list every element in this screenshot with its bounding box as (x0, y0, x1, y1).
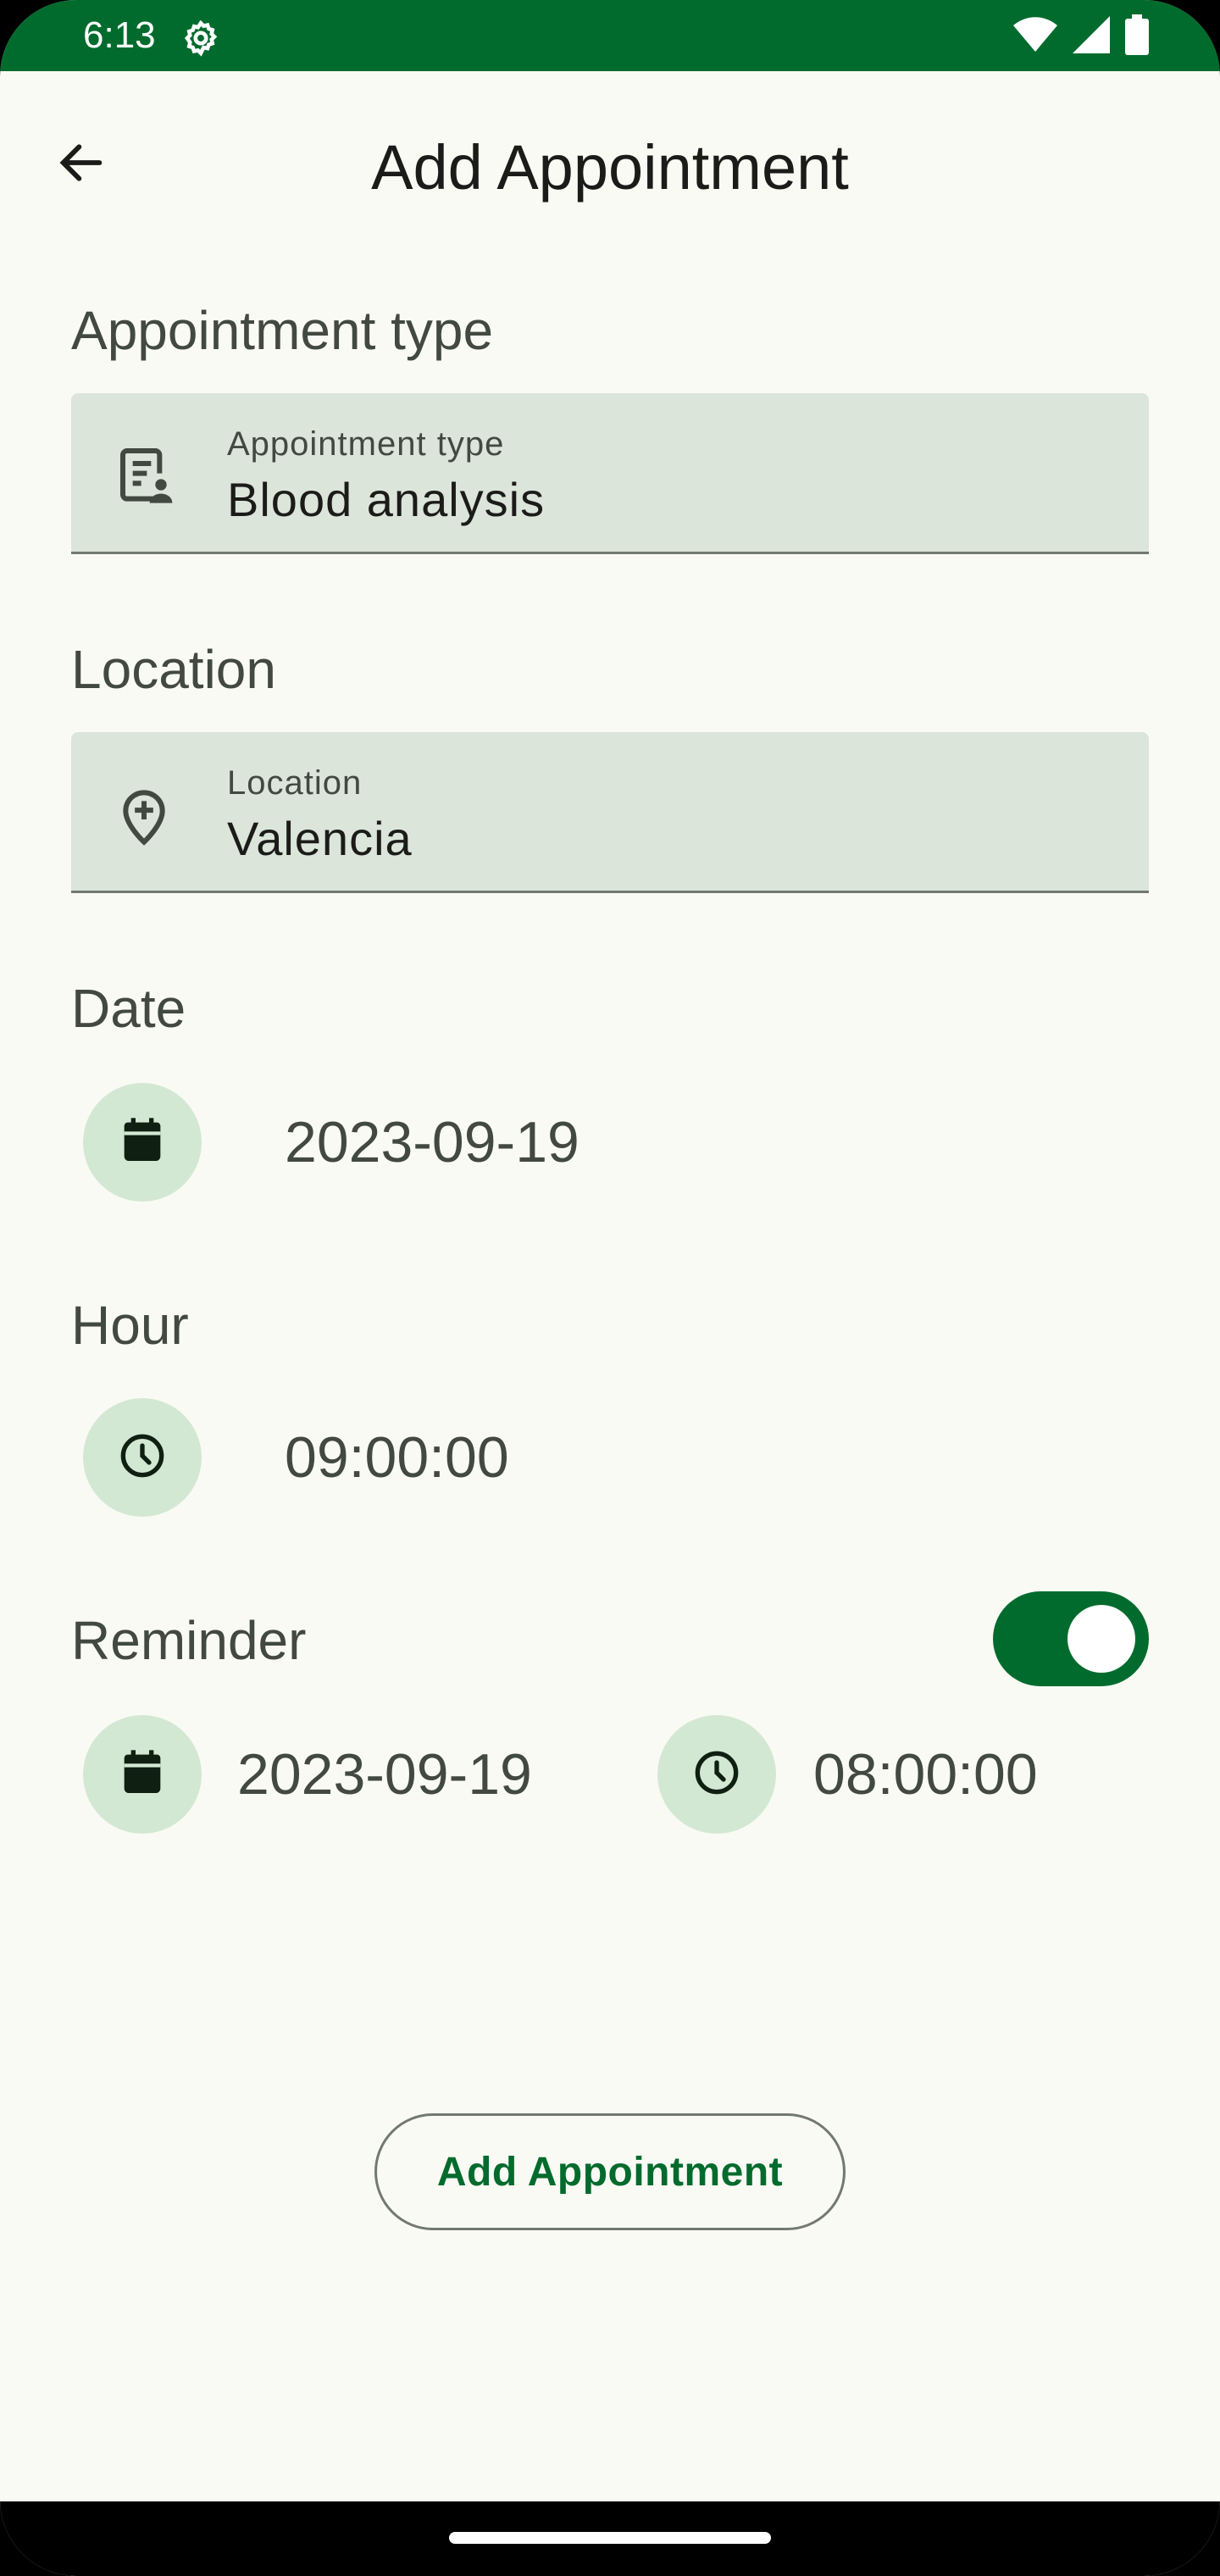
cellular-signal-icon (1073, 15, 1110, 58)
date-value: 2023-09-19 (285, 1110, 580, 1174)
reminder-date-picker-button[interactable] (83, 1715, 202, 1834)
appointment-type-field[interactable]: Appointment type Blood analysis (71, 393, 1149, 554)
wifi-icon (1013, 16, 1057, 58)
location-field[interactable]: Location Valencia (71, 732, 1149, 893)
status-bar: 6:13 (0, 0, 1220, 71)
date-section-label: Date (71, 978, 186, 1039)
screen: 6:13 Add Appointment Appointment type Ap… (0, 0, 1220, 2576)
location-value[interactable]: Valencia (227, 810, 413, 868)
calendar-icon (115, 1746, 169, 1804)
settings-gear-icon (180, 17, 222, 59)
clock-icon (115, 1429, 169, 1487)
appointment-type-section-label: Appointment type (71, 300, 494, 361)
calendar-icon (115, 1113, 169, 1172)
appointment-type-value[interactable]: Blood analysis (227, 471, 545, 529)
location-section-label: Location (71, 639, 276, 700)
document-person-icon (110, 442, 178, 510)
page-title: Add Appointment (371, 132, 849, 203)
reminder-section-label: Reminder (71, 1610, 307, 1671)
home-indicator[interactable] (449, 2532, 771, 2544)
add-appointment-button[interactable]: Add Appointment (374, 2113, 846, 2230)
hour-section-label: Hour (71, 1295, 189, 1356)
date-picker-button[interactable] (83, 1083, 202, 1202)
reminder-time-value: 08:00:00 (813, 1742, 1038, 1807)
hour-value: 09:00:00 (285, 1425, 509, 1490)
status-time: 6:13 (83, 14, 156, 56)
time-picker-button[interactable] (83, 1398, 202, 1517)
clock-icon (690, 1746, 744, 1804)
location-field-label: Location (227, 764, 363, 802)
appointment-type-field-label: Appointment type (227, 425, 505, 463)
add-location-icon (110, 781, 178, 849)
reminder-time-picker-button[interactable] (657, 1715, 776, 1834)
status-icons (1013, 14, 1149, 59)
reminder-toggle-thumb (1068, 1605, 1135, 1673)
reminder-toggle[interactable] (993, 1591, 1149, 1686)
battery-icon (1125, 14, 1149, 59)
reminder-date-value: 2023-09-19 (237, 1742, 532, 1807)
